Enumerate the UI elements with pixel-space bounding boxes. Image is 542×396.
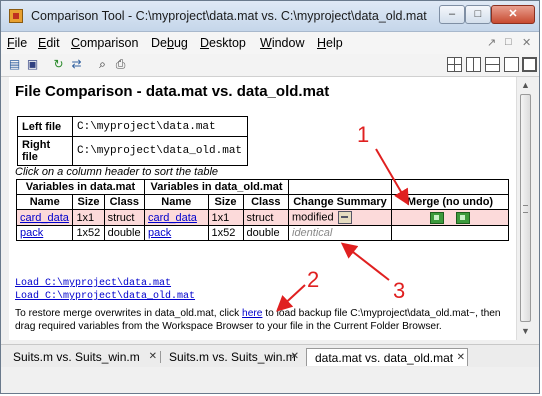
tab-suits-2[interactable]: Suits.m vs. Suits_win.m ✕ [161,348,301,366]
close-button[interactable]: ✕ [491,5,535,24]
tile-layout-icon[interactable] [447,57,462,72]
status-bar [1,367,539,393]
annotation-overlay [276,148,410,312]
tab-label: data.mat vs. data_old.mat [315,351,454,365]
maximize-layout-icon[interactable] [522,57,537,72]
comparison-tool-window: Comparison Tool - C:\myproject\data.mat … [0,0,540,394]
window-title: Comparison Tool - C:\myproject\data.mat … [31,9,427,23]
menu-help[interactable]: Help [317,36,343,50]
menu-bar: File Edit Comparison Debug Desktop Windo… [1,32,539,54]
top-bottom-layout-icon[interactable] [485,57,500,72]
menu-window[interactable]: Window [260,36,304,50]
tab-label: Suits.m vs. Suits_win.m [13,350,140,364]
scroll-down-icon[interactable]: ▼ [519,325,532,338]
report-pane: File Comparison - data.mat vs. data_old.… [9,77,516,340]
grip-icon [523,205,528,213]
annotation-arrow-1 [375,148,410,206]
tab-close-icon[interactable]: ✕ [291,348,299,366]
annotation-arrow-3 [340,242,390,281]
tab-close-icon[interactable]: ✕ [149,348,157,366]
close-doc-icon[interactable]: ✕ [522,36,531,49]
scroll-thumb[interactable] [520,94,531,322]
minimize-button[interactable]: – [439,5,465,24]
single-layout-icon[interactable] [504,57,519,72]
swap-icon[interactable]: ⇄ [69,57,84,72]
tab-suits-1[interactable]: Suits.m vs. Suits_win.m ✕ [5,348,159,366]
annotation-number-2: 2 [307,267,320,292]
print-icon[interactable]: ⎙ [113,57,128,72]
menu-file[interactable]: File [7,36,27,50]
annotation-arrow-2 [276,284,306,312]
vertical-scrollbar[interactable]: ▲ ▼ [516,77,534,340]
undock-icon[interactable]: ↗ [487,36,496,49]
title-bar: Comparison Tool - C:\myproject\data.mat … [1,1,539,32]
toolbar: ▤ ▣ ↻ ⇄ ⌕ ⎙ [1,54,539,77]
find-icon[interactable]: ⌕ [95,57,110,72]
tab-label: Suits.m vs. Suits_win.m [169,350,296,364]
menu-edit[interactable]: Edit [38,36,60,50]
annotation-number-3: 3 [393,278,406,303]
refresh-icon[interactable]: ↻ [51,57,66,72]
new-compare-icon[interactable]: ▤ [7,57,22,72]
matlab-app-icon [9,9,23,23]
maximize-button[interactable]: □ [465,5,491,24]
menu-comparison[interactable]: Comparison [71,36,138,50]
tab-close-icon[interactable]: ✕ [457,349,465,367]
tab-data-mat[interactable]: data.mat vs. data_old.mat ✕ [306,348,468,366]
restore-icon[interactable]: □ [505,36,512,48]
left-right-layout-icon[interactable] [466,57,481,72]
annotation-number-1: 1 [357,122,370,147]
menu-desktop[interactable]: Desktop [200,36,246,50]
save-icon[interactable]: ▣ [25,57,40,72]
menu-debug[interactable]: Debug [151,36,188,50]
document-tabs: Suits.m vs. Suits_win.m ✕ Suits.m vs. Su… [1,344,539,367]
scroll-up-icon[interactable]: ▲ [519,79,532,92]
